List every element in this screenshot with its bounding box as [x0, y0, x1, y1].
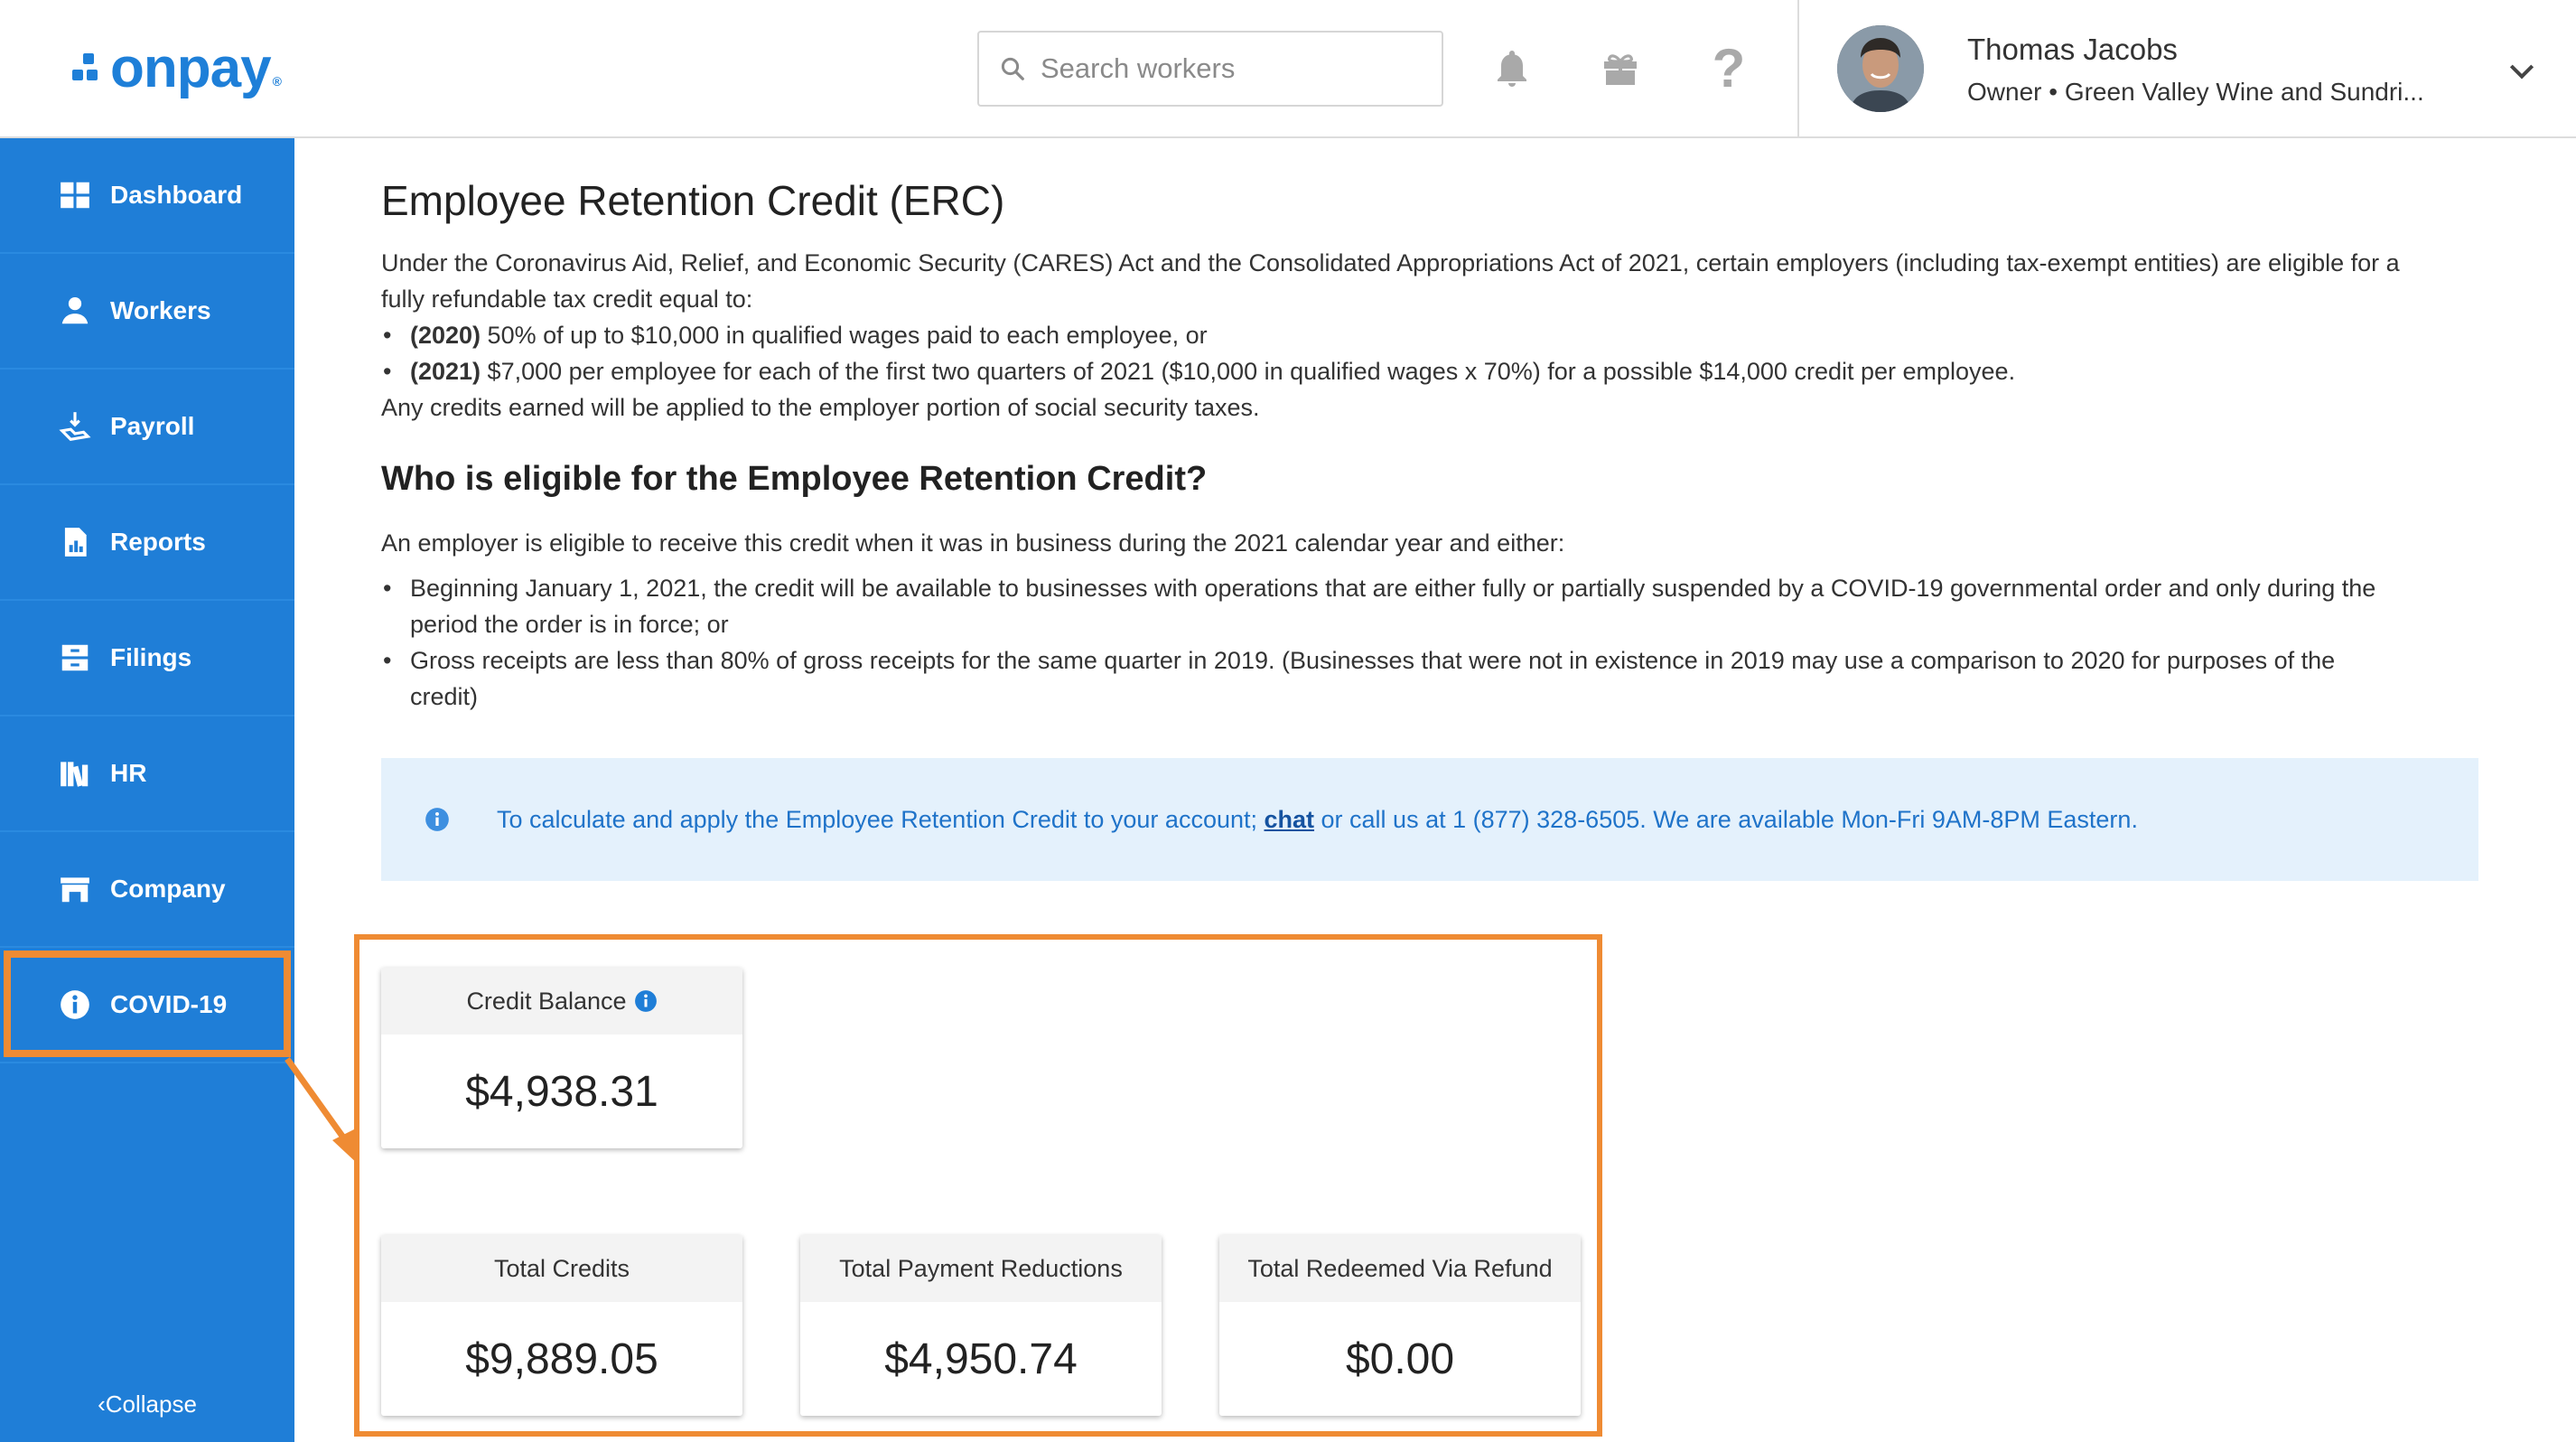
payroll-icon — [56, 407, 94, 445]
sidebar-item-label: Reports — [110, 528, 206, 556]
bullet-text: $7,000 per employee for each of the firs… — [481, 358, 2016, 385]
highlight-box-covid-nav — [4, 950, 291, 1057]
top-header: onpay ® ? Thomas — [0, 0, 2576, 138]
info-banner-after: or call us at 1 (877) 328-6505. We are a… — [1314, 805, 2138, 833]
workers-icon — [56, 292, 94, 330]
eligibility-intro: An employer is eligible to receive this … — [381, 529, 1565, 557]
logo-dots-icon — [47, 59, 65, 77]
intro-paragraph-line-2: fully refundable tax credit equal to: — [381, 286, 753, 313]
sidebar-item-filings[interactable]: Filings — [0, 601, 294, 716]
info-banner: To calculate and apply the Employee Rete… — [381, 758, 2478, 881]
list-item: Beginning January 1, 2021, the credit wi… — [381, 570, 2459, 642]
eligibility-heading: Who is eligible for the Employee Retenti… — [381, 460, 1208, 498]
total-redeemed-via-refund-card: Total Redeemed Via Refund $0.00 — [1219, 1235, 1581, 1416]
collapse-label: Collapse — [105, 1390, 197, 1418]
avatar — [1837, 25, 1924, 112]
bullet-line: period the order is in force; or — [410, 611, 729, 638]
sidebar-item-workers[interactable]: Workers — [0, 254, 294, 370]
card-value: $4,950.74 — [884, 1334, 1078, 1383]
sidebar-item-reports[interactable]: Reports — [0, 485, 294, 601]
list-item: (2020) 50% of up to $10,000 in qualified… — [381, 317, 2459, 353]
logo-text: onpay — [110, 36, 272, 99]
sidebar-item-label: HR — [110, 759, 147, 787]
sidebar-item-label: Filings — [110, 643, 192, 671]
search-icon — [1001, 57, 1024, 80]
info-tooltip-icon[interactable] — [634, 989, 658, 1013]
page-title: Employee Retention Credit (ERC) — [381, 177, 1005, 224]
gift-icon — [1604, 54, 1637, 85]
info-banner-text: To calculate and apply the Employee Rete… — [497, 806, 2138, 834]
user-menu[interactable]: Thomas Jacobs Owner • Green Valley Wine … — [1797, 0, 2576, 136]
bullet-line: Gross receipts are less than 80% of gros… — [410, 647, 2336, 674]
sidebar-item-hr[interactable]: HR — [0, 716, 294, 832]
chat-link[interactable]: chat — [1265, 806, 1315, 833]
bell-icon — [1498, 51, 1526, 87]
sidebar-item-label: Workers — [110, 296, 211, 324]
list-item: Gross receipts are less than 80% of gros… — [381, 642, 2459, 715]
card-label: Total Redeemed Via Refund — [1247, 1254, 1553, 1282]
list-item: (2021) $7,000 per employee for each of t… — [381, 353, 2459, 389]
rewards-button[interactable] — [1591, 40, 1649, 98]
chevron-left-icon: ‹ — [98, 1390, 106, 1418]
collapse-button[interactable]: ‹Collapse — [0, 1390, 294, 1419]
bullet-line: credit) — [410, 683, 479, 710]
sidebar-item-dashboard[interactable]: Dashboard — [0, 138, 294, 254]
logo-mark-icon — [72, 53, 98, 80]
sidebar-item-company[interactable]: Company — [0, 832, 294, 948]
company-icon — [56, 870, 94, 908]
hr-icon — [56, 754, 94, 792]
card-header: Credit Balance — [381, 968, 742, 1035]
bullet-line: Beginning January 1, 2021, the credit wi… — [410, 575, 2376, 602]
bullet-year: (2020) — [410, 322, 481, 349]
card-label: Total Credits — [493, 1254, 630, 1282]
bullet-year: (2021) — [410, 358, 481, 385]
help-button[interactable]: ? — [1700, 40, 1758, 98]
total-credits-card: Total Credits $9,889.05 — [381, 1235, 742, 1416]
total-payment-reductions-card: Total Payment Reductions $4,950.74 — [800, 1235, 1162, 1416]
logo-registered-mark: ® — [272, 74, 282, 89]
card-header: Total Credits — [381, 1235, 742, 1302]
sidebar-item-label: Payroll — [110, 412, 195, 440]
card-header: Total Payment Reductions — [800, 1235, 1162, 1302]
chevron-down-icon[interactable] — [2504, 52, 2540, 89]
card-value: $0.00 — [1345, 1334, 1455, 1383]
dashboard-icon — [56, 176, 94, 214]
onpay-logo[interactable]: onpay ® — [47, 36, 282, 99]
help-icon: ? — [1712, 38, 1746, 98]
user-role: Owner • Green Valley Wine and Sundri... — [1967, 78, 2424, 106]
card-value: $4,938.31 — [465, 1067, 658, 1116]
credit-balance-card: Credit Balance $4,938.31 — [381, 968, 742, 1148]
intro-paragraph-line-1: Under the Coronavirus Aid, Relief, and E… — [381, 249, 2400, 276]
info-circle-icon — [425, 808, 449, 831]
sidebar-item-label: Company — [110, 875, 226, 903]
sidebar-item-payroll[interactable]: Payroll — [0, 370, 294, 485]
card-header: Total Redeemed Via Refund — [1219, 1235, 1581, 1302]
user-name: Thomas Jacobs — [1967, 33, 2178, 66]
search-box[interactable] — [977, 31, 1443, 107]
card-label: Credit Balance — [466, 987, 627, 1015]
info-banner-before: To calculate and apply the Employee Rete… — [497, 805, 1265, 833]
sidebar-item-label: Dashboard — [110, 181, 243, 209]
search-input[interactable] — [1041, 52, 1438, 85]
card-value: $9,889.05 — [465, 1334, 658, 1383]
bullet-text: 50% of up to $10,000 in qualified wages … — [481, 322, 1208, 349]
notifications-button[interactable] — [1483, 40, 1541, 98]
card-label: Total Payment Reductions — [839, 1254, 1123, 1282]
sidebar: Dashboard Workers Payroll Reports Filing… — [0, 138, 294, 1442]
filings-icon — [56, 639, 94, 677]
reports-icon — [56, 523, 94, 561]
avatar-portrait-icon — [1837, 25, 1924, 112]
intro-paragraph-line-3: Any credits earned will be applied to th… — [381, 394, 1260, 421]
